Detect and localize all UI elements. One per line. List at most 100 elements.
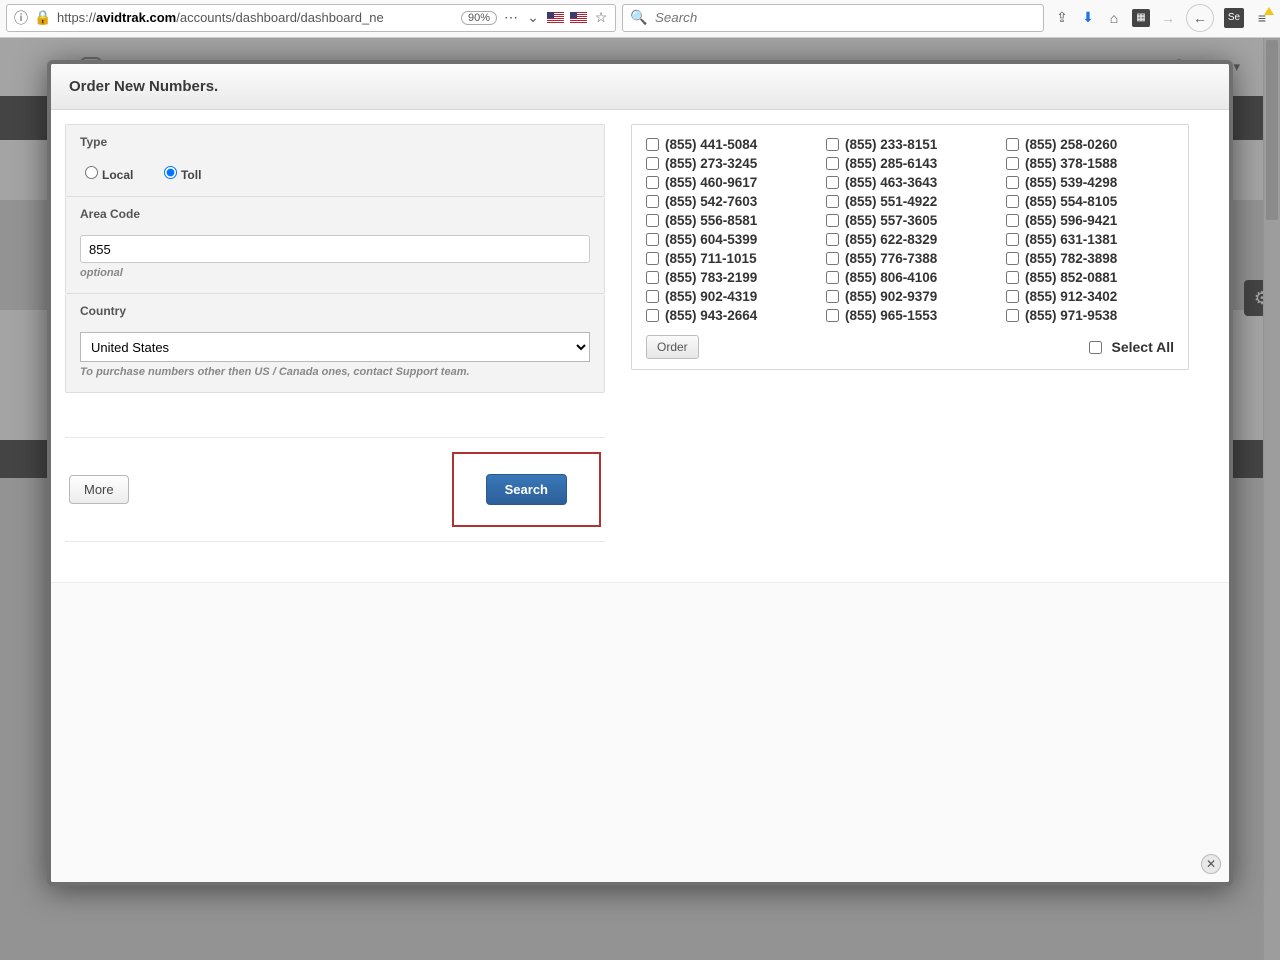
number-item[interactable]: (855) 912-3402 [1006,289,1174,304]
number-checkbox[interactable] [1006,252,1019,265]
number-item[interactable]: (855) 852-0881 [1006,270,1174,285]
number-item[interactable]: (855) 378-1588 [1006,156,1174,171]
more-dots-icon[interactable]: ⋯ [503,10,519,26]
number-label: (855) 542-7603 [665,194,757,209]
number-label: (855) 378-1588 [1025,156,1117,171]
number-item[interactable]: (855) 604-5399 [646,232,814,247]
number-label: (855) 285-6143 [845,156,937,171]
number-item[interactable]: (855) 782-3898 [1006,251,1174,266]
number-item[interactable]: (855) 556-8581 [646,213,814,228]
number-item[interactable]: (855) 551-4922 [826,194,994,209]
number-item[interactable]: (855) 233-8151 [826,137,994,152]
number-item[interactable]: (855) 783-2199 [646,270,814,285]
number-item[interactable]: (855) 965-1553 [826,308,994,323]
country-label: Country [66,294,604,324]
url-bar[interactable]: ⓘ 🔒 https://avidtrak.com/accounts/dashbo… [6,4,616,32]
number-checkbox[interactable] [826,138,839,151]
number-item[interactable]: (855) 622-8329 [826,232,994,247]
number-checkbox[interactable] [646,176,659,189]
number-checkbox[interactable] [826,309,839,322]
toolbar-right: ⇪ ⬇ ⌂ ▦ → ← Se ≡ [1050,4,1274,32]
number-checkbox[interactable] [826,233,839,246]
number-item[interactable]: (855) 463-3643 [826,175,994,190]
number-checkbox[interactable] [646,233,659,246]
back-button[interactable]: ← [1186,4,1214,32]
radio-local[interactable]: Local [80,168,133,182]
number-checkbox[interactable] [826,157,839,170]
radio-toll-input[interactable] [164,166,177,179]
number-checkbox[interactable] [1006,176,1019,189]
number-checkbox[interactable] [1006,271,1019,284]
radio-toll-label: Toll [181,168,201,182]
country-select[interactable]: United States [80,332,590,362]
number-item[interactable]: (855) 711-1015 [646,251,814,266]
number-checkbox[interactable] [1006,309,1019,322]
number-checkbox[interactable] [1006,233,1019,246]
number-item[interactable]: (855) 557-3605 [826,213,994,228]
number-checkbox[interactable] [826,195,839,208]
number-checkbox[interactable] [826,176,839,189]
number-item[interactable]: (855) 902-4319 [646,289,814,304]
number-checkbox[interactable] [1006,290,1019,303]
number-checkbox[interactable] [646,214,659,227]
modal-close-button[interactable]: ✕ [1201,854,1221,874]
zoom-badge[interactable]: 90% [461,11,497,25]
number-checkbox[interactable] [646,290,659,303]
pocket-icon[interactable]: ⌄ [525,10,541,26]
number-item[interactable]: (855) 460-9617 [646,175,814,190]
home-icon[interactable]: ⌂ [1106,10,1122,26]
radio-local-input[interactable] [85,166,98,179]
order-button[interactable]: Order [646,335,699,359]
number-item[interactable]: (855) 273-3245 [646,156,814,171]
number-item[interactable]: (855) 539-4298 [1006,175,1174,190]
bookmark-star-icon[interactable]: ☆ [593,10,609,26]
areacode-hint: optional [80,267,590,279]
number-item[interactable]: (855) 441-5084 [646,137,814,152]
modal-title: Order New Numbers. [51,64,1229,110]
number-item[interactable]: (855) 806-4106 [826,270,994,285]
number-item[interactable]: (855) 554-8105 [1006,194,1174,209]
forward-icon[interactable]: → [1160,10,1176,26]
number-checkbox[interactable] [826,290,839,303]
more-button[interactable]: More [69,475,129,504]
selenium-icon[interactable]: Se [1224,8,1244,28]
number-item[interactable]: (855) 902-9379 [826,289,994,304]
search-button[interactable]: Search [486,474,567,505]
number-checkbox[interactable] [646,157,659,170]
number-item[interactable]: (855) 943-2664 [646,308,814,323]
select-all-checkbox[interactable] [1089,341,1102,354]
number-item[interactable]: (855) 776-7388 [826,251,994,266]
number-item[interactable]: (855) 285-6143 [826,156,994,171]
number-checkbox[interactable] [826,214,839,227]
number-item[interactable]: (855) 971-9538 [1006,308,1174,323]
number-checkbox[interactable] [826,252,839,265]
downloads-icon[interactable]: ⬇ [1080,10,1096,26]
number-checkbox[interactable] [646,138,659,151]
number-checkbox[interactable] [646,309,659,322]
areacode-input[interactable] [80,235,590,263]
number-checkbox[interactable] [646,271,659,284]
radio-toll[interactable]: Toll [159,168,201,182]
number-checkbox[interactable] [1006,214,1019,227]
info-icon[interactable]: ⓘ [13,10,29,26]
type-radios: Local Toll [66,155,604,196]
number-checkbox[interactable] [646,195,659,208]
library-icon[interactable]: ⇪ [1054,10,1070,26]
number-item[interactable]: (855) 596-9421 [1006,213,1174,228]
number-label: (855) 783-2199 [665,270,757,285]
number-checkbox[interactable] [826,271,839,284]
select-all[interactable]: Select All [1085,338,1174,357]
close-icon: ✕ [1206,857,1216,871]
browser-search-input[interactable] [653,9,1035,26]
browser-search-bar[interactable]: 🔍 [622,4,1044,32]
number-checkbox[interactable] [1006,157,1019,170]
number-item[interactable]: (855) 631-1381 [1006,232,1174,247]
app-grid-icon[interactable]: ▦ [1132,9,1150,27]
number-checkbox[interactable] [1006,195,1019,208]
number-item[interactable]: (855) 258-0260 [1006,137,1174,152]
number-item[interactable]: (855) 542-7603 [646,194,814,209]
number-label: (855) 551-4922 [845,194,937,209]
number-checkbox[interactable] [1006,138,1019,151]
number-checkbox[interactable] [646,252,659,265]
hamburger-menu-icon[interactable]: ≡ [1254,10,1270,26]
